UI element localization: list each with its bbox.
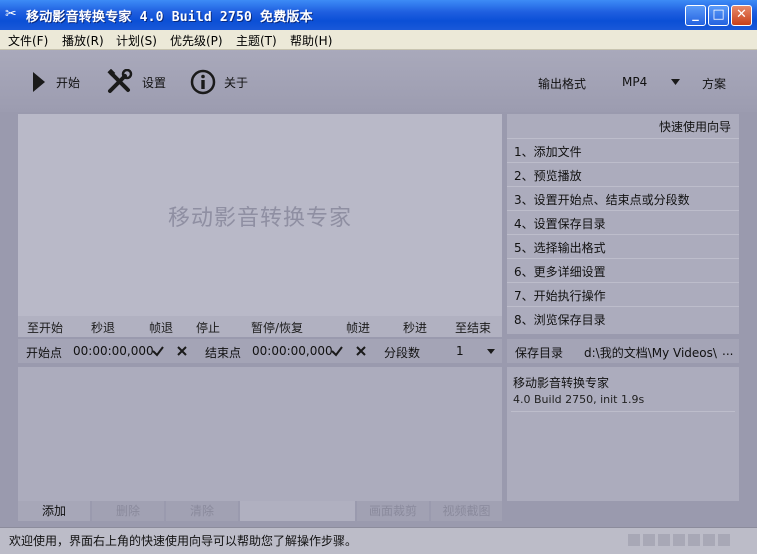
guide-item[interactable]: 5、选择输出格式	[507, 234, 739, 257]
progress-segment	[628, 534, 640, 546]
guide-item-label: 6、更多详细设置	[514, 265, 606, 279]
guide-item[interactable]: 2、预览播放	[507, 162, 739, 185]
segments-label: 分段数	[384, 346, 421, 360]
start-label: 开始	[56, 75, 81, 90]
guide-item-label: 2、预览播放	[514, 169, 582, 183]
menu-priority[interactable]: 优先级(P)	[170, 32, 223, 49]
second-forward-button[interactable]: 秒进	[403, 319, 427, 336]
status-message: 欢迎使用，界面右上角的快速使用向导可以帮助您了解操作步骤。	[9, 534, 358, 548]
clear-button[interactable]: 清除	[166, 501, 238, 521]
progress-segment	[688, 534, 700, 546]
quick-guide-title: 快速使用向导	[658, 120, 731, 134]
menu-help[interactable]: 帮助(H)	[290, 32, 332, 49]
second-back-button[interactable]: 秒退	[91, 319, 115, 336]
guide-item-label: 3、设置开始点、结束点或分段数	[514, 193, 690, 207]
menu-theme[interactable]: 主题(T)	[236, 32, 277, 49]
guide-item[interactable]: 7、开始执行操作	[507, 282, 739, 305]
end-time-field[interactable]: 00:00:00,000	[252, 344, 333, 358]
save-directory-label: 保存目录	[515, 346, 564, 360]
segments-select[interactable]: 1	[456, 344, 464, 358]
scissors-icon: ✂	[5, 6, 17, 22]
video-preview[interactable]: 移动影音转换专家	[18, 114, 502, 316]
info-panel: 移动影音转换专家 4.0 Build 2750, init 1.9s	[507, 367, 739, 501]
crop-button[interactable]: 画面裁剪	[357, 501, 429, 521]
guide-item[interactable]: 6、更多详细设置	[507, 258, 739, 281]
playback-controls: 至开始 秒退 帧退 停止 暂停/恢复 帧进 秒进 至结束	[18, 316, 502, 337]
clear-x-icon[interactable]	[175, 344, 189, 358]
guide-item-label: 4、设置保存目录	[514, 217, 606, 231]
output-format-select[interactable]: MP4	[622, 75, 647, 89]
title-bar[interactable]: ✂ 移动影音转换专家 4.0 Build 2750 免费版本 _ □ ✕	[0, 0, 757, 30]
guide-item[interactable]: 1、添加文件	[507, 138, 739, 161]
file-action-buttons: 添加 删除 清除 画面裁剪 视频截图	[18, 501, 502, 521]
menu-play[interactable]: 播放(R)	[62, 32, 104, 49]
save-directory-row: 保存目录 d:\我的文档\My Videos\ ...	[507, 339, 739, 363]
guide-item-label: 7、开始执行操作	[514, 289, 606, 303]
start-button[interactable]: 开始	[30, 70, 80, 94]
start-point-label: 开始点	[26, 346, 63, 360]
triangle-down-icon[interactable]	[671, 79, 680, 85]
product-name: 移动影音转换专家	[513, 376, 610, 390]
about-label: 关于	[224, 75, 249, 90]
add-button[interactable]: 添加	[18, 501, 90, 521]
play-icon	[33, 72, 45, 92]
file-list[interactable]	[18, 367, 502, 501]
tools-icon	[107, 69, 133, 93]
trim-row: 开始点 00:00:00,000 结束点 00:00:00,000 分段数 1	[18, 339, 502, 363]
triangle-down-icon[interactable]	[487, 349, 495, 354]
settings-label: 设置	[142, 75, 167, 90]
guide-item-label: 5、选择输出格式	[514, 241, 606, 255]
quick-guide-panel: 快速使用向导 1、添加文件 2、预览播放 3、设置开始点、结束点或分段数 4、设…	[507, 114, 739, 334]
toolbar: 开始 设置 关于 输出格式 MP4 方案	[0, 50, 757, 112]
stop-button[interactable]: 停止	[196, 319, 220, 336]
progress-segment	[703, 534, 715, 546]
progress-segment	[673, 534, 685, 546]
scheme-button[interactable]: 方案	[702, 75, 726, 92]
check-icon[interactable]	[330, 344, 344, 358]
clear-x-icon[interactable]	[354, 344, 368, 358]
browse-button[interactable]: ...	[722, 344, 733, 358]
check-icon[interactable]	[151, 344, 165, 358]
menu-schedule[interactable]: 计划(S)	[116, 32, 157, 49]
divider	[511, 411, 735, 412]
guide-item[interactable]: 4、设置保存目录	[507, 210, 739, 233]
close-button[interactable]: ✕	[731, 5, 752, 26]
end-point-label: 结束点	[205, 346, 242, 360]
frame-back-button[interactable]: 帧退	[149, 319, 173, 336]
delete-button[interactable]: 删除	[92, 501, 164, 521]
to-start-button[interactable]: 至开始	[27, 319, 63, 336]
settings-button[interactable]: 设置	[106, 69, 167, 94]
frame-forward-button[interactable]: 帧进	[346, 319, 370, 336]
menu-file[interactable]: 文件(F)	[8, 32, 48, 49]
main-window: ✂ 移动影音转换专家 4.0 Build 2750 免费版本 _ □ ✕ 文件(…	[0, 0, 757, 554]
menu-bar: 文件(F) 播放(R) 计划(S) 优先级(P) 主题(T) 帮助(H)	[0, 30, 757, 50]
bottom-spacer	[240, 501, 355, 521]
start-time-field[interactable]: 00:00:00,000	[73, 344, 154, 358]
maximize-button[interactable]: □	[708, 5, 729, 26]
guide-item[interactable]: 8、浏览保存目录	[507, 306, 739, 329]
progress-segment	[643, 534, 655, 546]
output-format-label: 输出格式	[538, 77, 587, 91]
status-bar: 欢迎使用，界面右上角的快速使用向导可以帮助您了解操作步骤。	[0, 527, 757, 554]
info-icon	[190, 69, 216, 95]
progress-segment	[718, 534, 730, 546]
to-end-button[interactable]: 至结束	[455, 319, 491, 336]
guide-item-label: 1、添加文件	[514, 145, 582, 159]
progress-segment	[658, 534, 670, 546]
preview-watermark: 移动影音转换专家	[167, 206, 352, 231]
about-button[interactable]: 关于	[190, 69, 249, 95]
pause-resume-button[interactable]: 暂停/恢复	[251, 319, 303, 336]
minimize-button[interactable]: _	[685, 5, 706, 26]
guide-item-label: 8、浏览保存目录	[514, 313, 606, 327]
snapshot-button[interactable]: 视频截图	[431, 501, 502, 521]
guide-item[interactable]: 3、设置开始点、结束点或分段数	[507, 186, 739, 209]
version-text: 4.0 Build 2750, init 1.9s	[513, 393, 645, 406]
window-title: 移动影音转换专家 4.0 Build 2750 免费版本	[26, 10, 313, 25]
save-directory-path[interactable]: d:\我的文档\My Videos\	[584, 344, 717, 361]
